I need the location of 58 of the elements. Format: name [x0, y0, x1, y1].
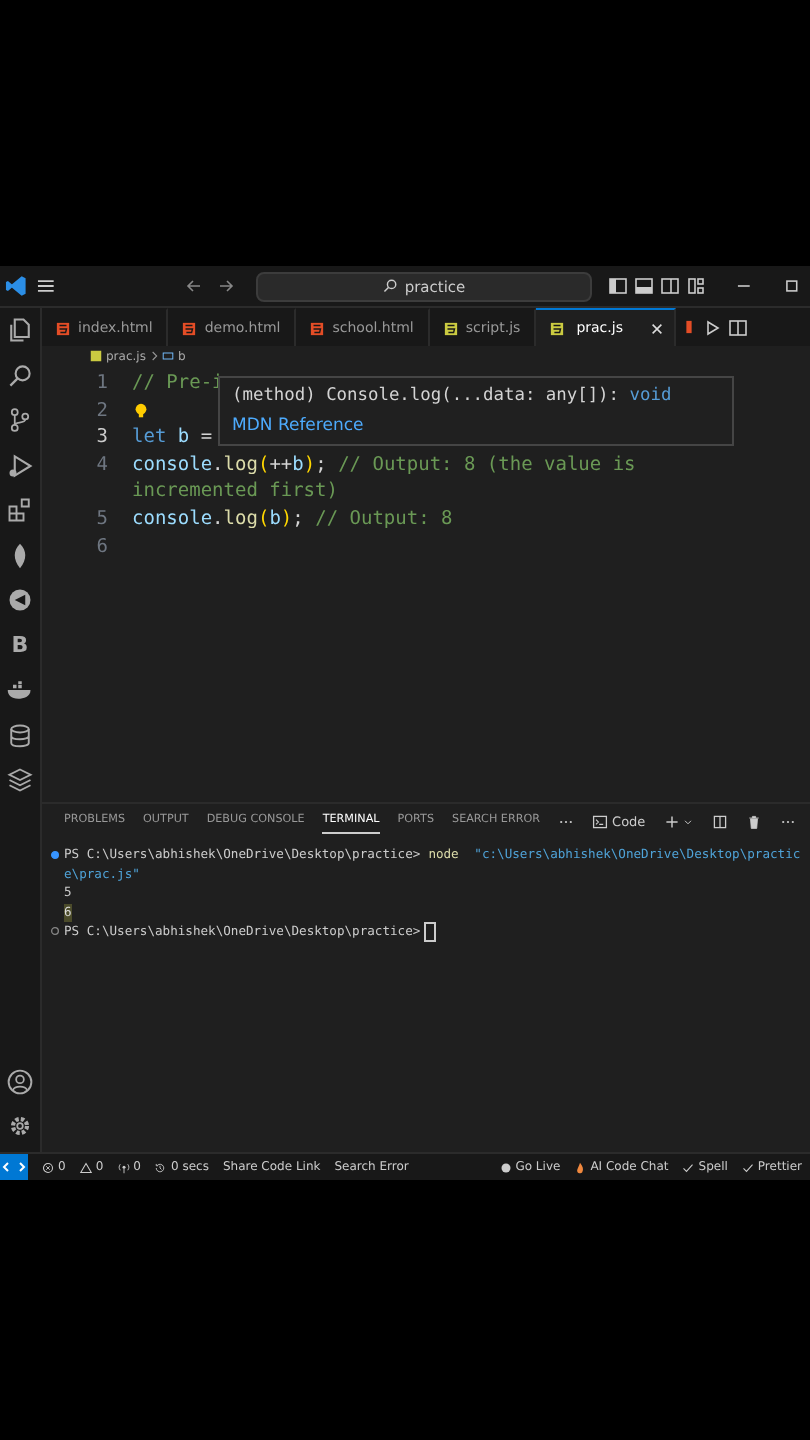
menu-icon[interactable] — [35, 276, 56, 296]
forward-arrow-icon[interactable] — [215, 276, 236, 296]
trash-icon[interactable] — [745, 813, 762, 829]
terminal-icon — [592, 813, 609, 829]
source-control-icon[interactable] — [6, 406, 34, 434]
code-line: incremented first) — [132, 480, 338, 503]
antenna-icon — [117, 1161, 130, 1173]
js-file-icon — [550, 321, 565, 335]
code-line: console.log(++b); // Output: 8 (the value is — [132, 453, 636, 476]
html-file-icon — [56, 321, 70, 335]
editor-logo-icon[interactable] — [4, 274, 28, 298]
code-line: console.log(b); // Output: 8 — [132, 507, 453, 530]
line-number: 4 — [94, 451, 110, 479]
remote-icon[interactable] — [0, 1154, 28, 1180]
sidebar-toggle-icon[interactable] — [608, 276, 629, 296]
run-icon[interactable] — [702, 317, 723, 337]
js-file-icon — [443, 321, 458, 335]
flame-icon — [574, 1161, 587, 1173]
layout-icon[interactable] — [686, 276, 707, 296]
panel-toggle-icon[interactable] — [634, 276, 655, 296]
maximize-icon[interactable] — [782, 276, 803, 296]
line-number: 3 — [94, 424, 110, 452]
mdn-reference-link[interactable]: MDN Reference — [232, 414, 364, 438]
warning-icon — [79, 1161, 92, 1173]
extension-letter-icon[interactable]: B — [11, 631, 29, 659]
html-file-icon — [182, 321, 197, 335]
line-number: 6 — [94, 533, 110, 561]
js-file-icon — [90, 350, 102, 362]
chevron-down-icon[interactable] — [681, 815, 694, 827]
settings-icon[interactable] — [6, 1112, 34, 1140]
search-icon — [382, 278, 399, 294]
split-editor-icon[interactable] — [728, 317, 749, 337]
html-file-icon[interactable] — [682, 320, 697, 334]
files-icon[interactable] — [6, 316, 34, 344]
line-number: 1 — [94, 370, 110, 398]
secondary-sidebar-icon[interactable] — [660, 276, 681, 296]
lightbulb-icon[interactable] — [132, 401, 150, 420]
check-icon — [682, 1161, 695, 1173]
check-icon — [741, 1161, 754, 1173]
method-signature: (method) Console.log(...data: any[]): void — [232, 384, 674, 410]
line-number: 5 — [94, 505, 110, 534]
html-file-icon — [310, 321, 325, 335]
back-arrow-icon[interactable] — [183, 276, 204, 296]
extensions-icon[interactable] — [6, 496, 34, 524]
variable-icon — [161, 350, 174, 362]
error-icon — [42, 1161, 54, 1173]
account-icon[interactable] — [6, 1067, 34, 1095]
history-icon — [154, 1161, 167, 1173]
run-debug-icon[interactable] — [6, 451, 34, 479]
code-line: let b = — [132, 426, 213, 449]
close-icon[interactable] — [650, 321, 665, 335]
chevron-icon — [149, 350, 158, 362]
layers-icon[interactable] — [6, 766, 34, 794]
plus-icon[interactable] — [663, 813, 680, 829]
split-terminal-icon[interactable] — [711, 813, 728, 829]
database-icon[interactable] — [6, 721, 34, 749]
line-number: 2 — [94, 397, 110, 425]
search-icon[interactable] — [6, 361, 34, 389]
